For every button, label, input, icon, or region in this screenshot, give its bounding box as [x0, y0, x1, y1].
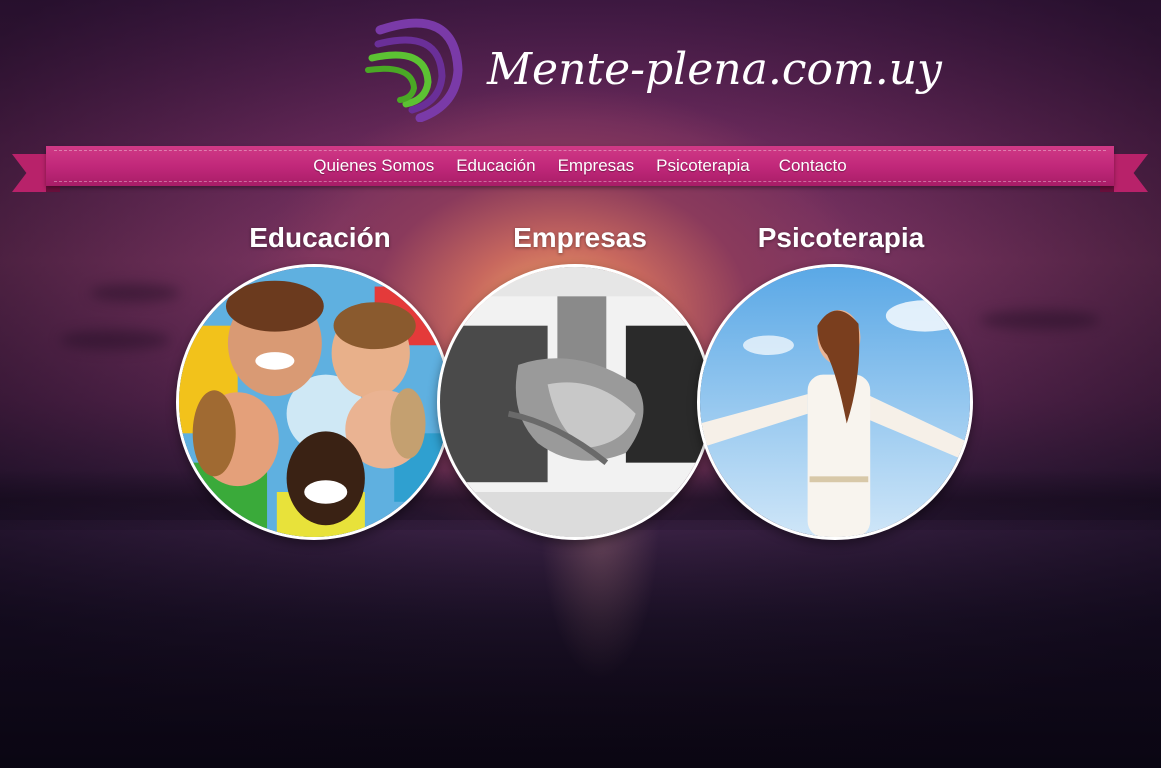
nav-link-contacto[interactable]: Contacto: [779, 156, 847, 176]
nav-link-psicoterapia[interactable]: Psicoterapia: [656, 156, 750, 176]
children-circle-photo[interactable]: [176, 264, 452, 540]
main-nav: Quienes Somos Educación Empresas Psicote…: [46, 146, 1114, 186]
nav-link-empresas[interactable]: Empresas: [558, 156, 635, 176]
site-header: Mente-plena.com.uy: [355, 10, 942, 130]
sun-reflection: [540, 520, 660, 680]
section-title-educacion[interactable]: Educación: [190, 222, 450, 254]
ribbon-band: Quienes Somos Educación Empresas Psicote…: [46, 146, 1114, 186]
handshake-photo[interactable]: [437, 264, 713, 540]
nav-ribbon: Quienes Somos Educación Empresas Psicote…: [12, 146, 1148, 196]
section-title-psicoterapia[interactable]: Psicoterapia: [711, 222, 971, 254]
section-title-empresas[interactable]: Empresas: [450, 222, 710, 254]
woman-breathing-photo[interactable]: [697, 264, 973, 540]
arcs-logo-icon[interactable]: [360, 10, 470, 123]
background-cloud: [980, 310, 1100, 330]
nav-link-quienes-somos[interactable]: Quienes Somos: [313, 156, 434, 176]
site-title[interactable]: Mente-plena.com.uy: [487, 44, 942, 95]
nav-link-educacion[interactable]: Educación: [456, 156, 535, 176]
background-cloud: [90, 284, 180, 302]
background-cloud: [60, 330, 170, 350]
